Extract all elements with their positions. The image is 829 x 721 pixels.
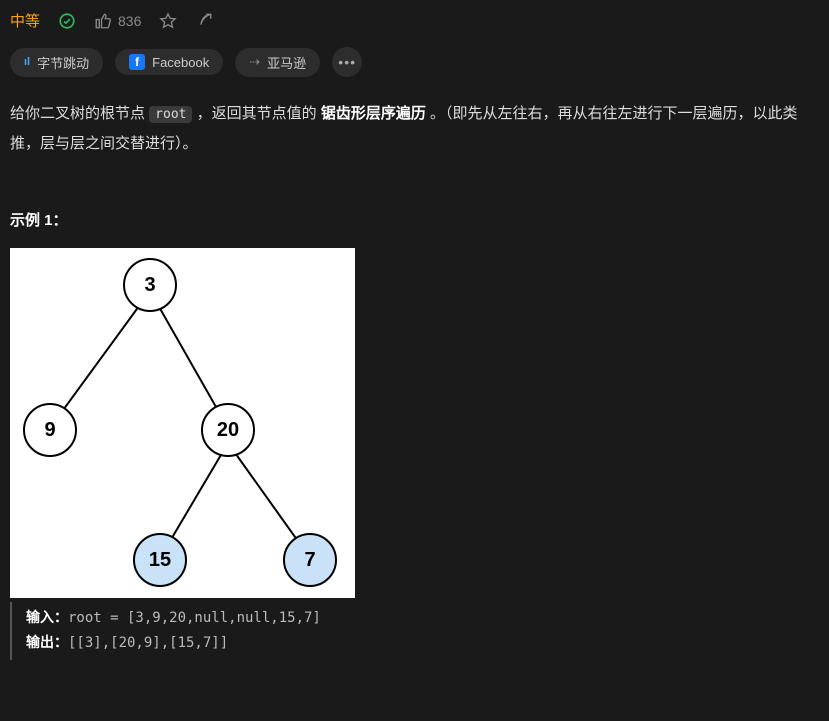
amazon-icon: ⇢ [249,54,260,70]
tree-node-left: 9 [23,403,77,457]
problem-meta-row: 中等 836 [10,10,819,31]
tag-amazon[interactable]: ⇢ 亚马逊 [235,48,320,77]
bytedance-icon: ıl [24,56,30,68]
facebook-icon: f [129,54,145,70]
output-label: 输出： [26,634,68,650]
input-label: 输入： [26,609,68,625]
check-circle-icon [58,12,76,30]
desc-bold: 锯齿形层序遍历 [321,105,426,122]
thumbs-up-icon [94,12,112,30]
tree-node-leaf-left: 15 [133,533,187,587]
tag-facebook[interactable]: f Facebook [115,49,223,75]
tag-bytedance[interactable]: ıl 字节跳动 [10,48,103,77]
input-value: root = [3,9,20,null,null,15,7] [68,610,321,626]
code-variable: root [149,106,192,123]
tag-label: 字节跳动 [37,53,89,72]
like-button[interactable]: 836 [94,12,141,30]
star-icon [159,12,177,30]
company-tags-row: ıl 字节跳动 f Facebook ⇢ 亚马逊 ••• [10,47,819,77]
share-button[interactable] [195,12,213,30]
solved-checkmark-button[interactable] [58,12,76,30]
example-tree-diagram: 3 9 20 15 7 [10,248,355,598]
tree-node-leaf-right: 7 [283,533,337,587]
output-value: [[3],[20,9],[15,7]] [68,635,228,651]
tree-node-root: 3 [123,258,177,312]
desc-text: ，返回其节点值的 [192,105,320,122]
share-arrow-icon [195,12,213,30]
example-io-block: 输入：root = [3,9,20,null,null,15,7] 输出：[[3… [10,602,819,660]
desc-text: 给你二叉树的根节点 [10,105,149,122]
like-count: 836 [118,13,141,29]
favorite-button[interactable] [159,12,177,30]
tree-node-right: 20 [201,403,255,457]
example-heading: 示例 1： [10,209,819,230]
difficulty-badge: 中等 [10,10,40,31]
ellipsis-icon: ••• [338,54,356,70]
tag-label: 亚马逊 [267,53,306,72]
tag-label: Facebook [152,55,209,70]
more-tags-button[interactable]: ••• [332,47,362,77]
problem-description: 给你二叉树的根节点 root ，返回其节点值的 锯齿形层序遍历 。（即先从左往右… [10,99,819,159]
